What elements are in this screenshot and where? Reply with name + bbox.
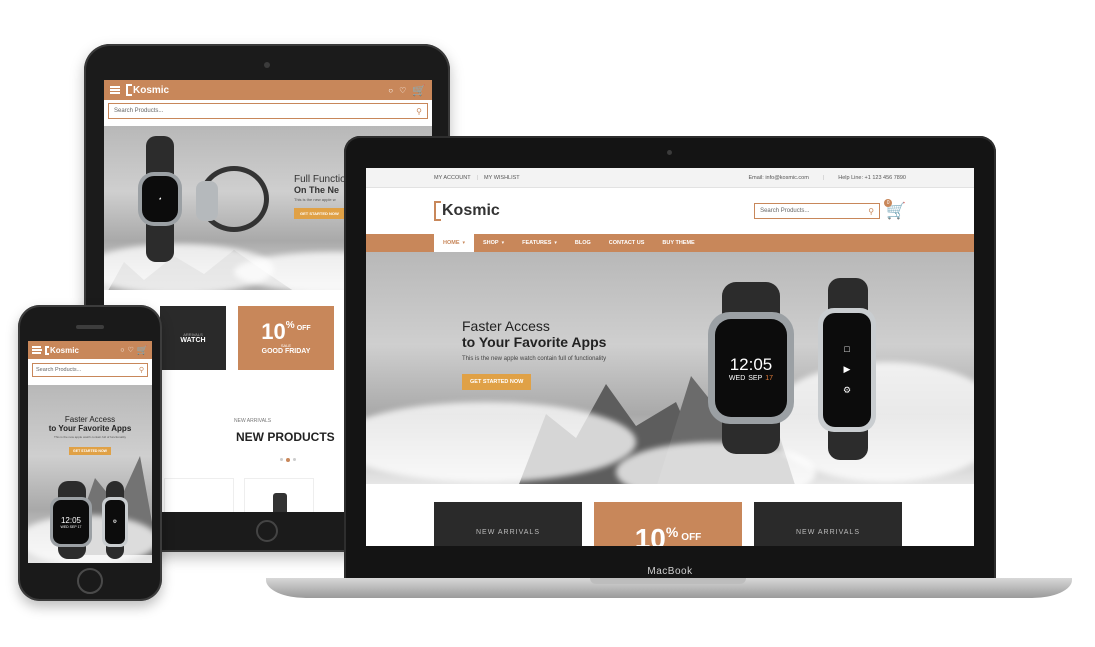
laptop-brand-label: MacBook <box>647 566 693 577</box>
hamburger-menu-icon[interactable] <box>110 86 120 94</box>
phone-home-button[interactable] <box>77 568 103 594</box>
gear-icon: ⚙ <box>842 385 852 395</box>
search-icon[interactable]: ⚲ <box>139 366 144 374</box>
message-icon: □ <box>844 344 850 354</box>
phone-device: Kosmic ○ ♡ 🛒 Search Products... ⚲ Faster… <box>18 305 162 601</box>
laptop-hero-text: Faster Access to Your Favorite Apps This… <box>462 318 606 390</box>
cart-count-badge: 0 <box>884 199 893 207</box>
tablet-cta-button[interactable]: GET STARTED NOW <box>294 208 345 219</box>
laptop-camera <box>667 150 672 155</box>
nav-shop[interactable]: SHOP ▾ <box>474 234 513 252</box>
hero-title-line2: to Your Favorite Apps <box>462 334 607 350</box>
tablet-section-title: NEW PRODUCTS <box>236 430 335 444</box>
cart-icon[interactable]: 🛒 <box>412 84 426 97</box>
tablet-section-label: NEW ARRIVALS <box>234 418 272 424</box>
cart-icon[interactable]: 🛒 <box>137 345 148 356</box>
laptop-screen: MY ACCOUNT | MY WISHLIST Email: info@kos… <box>366 168 974 546</box>
user-icon[interactable]: ○ <box>120 347 124 354</box>
tablet-search-input[interactable]: Search Products... ⚲ <box>108 103 428 119</box>
hero-subtitle: This is the new apple watch contain full… <box>462 356 607 362</box>
user-icon[interactable]: ○ <box>388 86 393 95</box>
tablet-home-button[interactable] <box>256 520 278 542</box>
laptop-search-input[interactable]: Search Products... ⚲ <box>754 203 881 219</box>
tablet-logo[interactable]: Kosmic <box>126 84 169 96</box>
watch-face: 12:05 WED SEP 17 <box>715 319 787 417</box>
phone-search-input[interactable]: Search Products... ⚲ <box>32 363 148 377</box>
hero-title-line1: Faster Access <box>462 318 550 334</box>
nav-features[interactable]: FEATURES ▾ <box>513 234 566 252</box>
laptop-topbar: MY ACCOUNT | MY WISHLIST Email: info@kos… <box>366 168 974 188</box>
tablet-header: Kosmic ○ ♡ 🛒 <box>104 80 432 100</box>
laptop-device: MY ACCOUNT | MY WISHLIST Email: info@kos… <box>344 136 996 580</box>
laptop-nav: HOME ▾ SHOP ▾ FEATURES ▾ BLOG CONTACT US BU… <box>366 234 974 252</box>
laptop-logo[interactable]: Kosmic <box>434 201 500 221</box>
laptop-promo-right[interactable]: NEW ARRIVALS <box>754 502 902 546</box>
nav-home[interactable]: HOME ▾ <box>434 234 475 252</box>
phone-screen: Kosmic ○ ♡ 🛒 Search Products... ⚲ Faster… <box>28 341 152 563</box>
product-card[interactable] <box>164 478 234 512</box>
phone-cta-button[interactable]: GET STARTED NOW <box>69 447 111 455</box>
phone-hero: Faster Access to Your Favorite Apps This… <box>28 385 152 563</box>
carousel-dots[interactable] <box>280 458 296 462</box>
tablet-hero-title: Full Functio On The Ne This is the new a… <box>294 174 346 219</box>
search-icon[interactable]: ⚲ <box>416 107 422 116</box>
hamburger-menu-icon[interactable] <box>32 346 42 354</box>
phone-header: Kosmic ○ ♡ 🛒 <box>28 341 152 359</box>
laptop-promo-left[interactable]: NEW ARRIVALS <box>434 502 582 546</box>
my-account-link[interactable]: MY ACCOUNT <box>434 175 471 181</box>
phone-speaker <box>76 325 104 329</box>
play-icon: ▶ <box>843 364 851 374</box>
phone-logo[interactable]: Kosmic <box>45 345 79 355</box>
contact-email[interactable]: Email: info@kosmic.com <box>749 175 809 181</box>
tablet-promo-sale[interactable]: 10 % OFF SALE GOOD FRIDAY <box>238 306 334 370</box>
heart-icon[interactable]: ♡ <box>128 346 134 354</box>
my-wishlist-link[interactable]: MY WISHLIST <box>484 175 520 181</box>
hero-cta-button[interactable]: GET STARTED NOW <box>462 374 532 390</box>
cart-icon[interactable]: 🛒 0 <box>884 199 906 221</box>
laptop-promo-sale[interactable]: 10 % OFF <box>594 502 742 546</box>
laptop-header: Kosmic Search Products... ⚲ 🛒 0 <box>366 188 974 234</box>
heart-icon[interactable]: ♡ <box>399 86 406 95</box>
laptop-hero: Faster Access to Your Favorite Apps This… <box>366 252 974 484</box>
nav-contact[interactable]: CONTACT US <box>600 234 654 252</box>
product-card[interactable] <box>244 478 314 512</box>
search-icon[interactable]: ⚲ <box>868 207 874 216</box>
tablet-promo-left[interactable]: ARRIVALS WATCH <box>160 306 226 370</box>
nav-blog[interactable]: BLOG <box>566 234 600 252</box>
laptop-notch <box>590 578 746 584</box>
nav-buy-theme[interactable]: BUY THEME <box>653 234 703 252</box>
tablet-camera <box>264 62 270 68</box>
help-line: Help Line: +1 123 456 7890 <box>838 174 906 181</box>
